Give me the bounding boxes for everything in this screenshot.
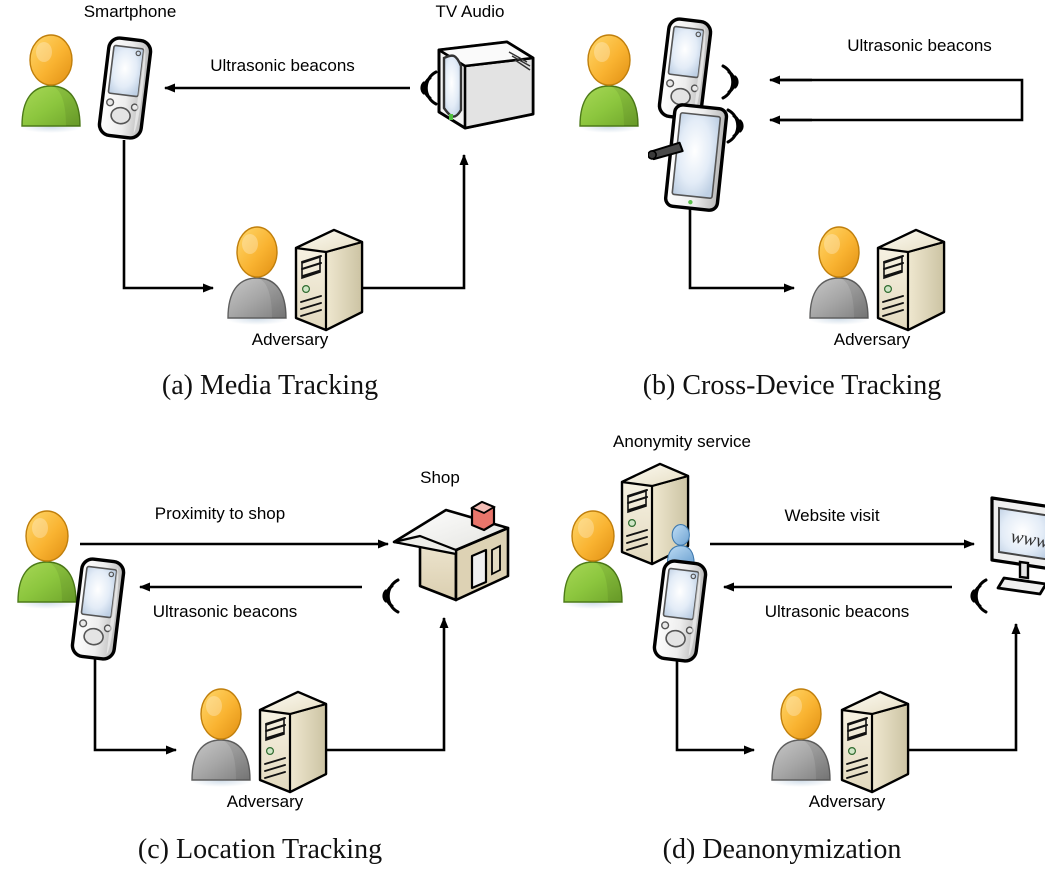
panel-media-tracking: Smartphone TV Audio Ultrasonic beacons A… bbox=[0, 0, 535, 446]
website-monitor-icon bbox=[990, 496, 1045, 596]
smartphone-icon-c bbox=[69, 556, 127, 662]
label-edge-beacons-b: Ultrasonic beacons bbox=[847, 36, 992, 55]
caption-c: (c) Location Tracking bbox=[137, 834, 383, 865]
icon-adversary-b bbox=[807, 226, 871, 326]
label-adversary-b: Adversary bbox=[833, 330, 911, 349]
tv-icon-a bbox=[437, 40, 535, 130]
server-icon-b bbox=[876, 228, 946, 332]
icon-adversary-a bbox=[225, 226, 289, 326]
smartphone-icon-a bbox=[96, 35, 154, 141]
panel-location-tracking: Shop Proximity to shop Ultrasonic beacon… bbox=[0, 446, 522, 893]
edge-phone-to-adversary bbox=[122, 140, 214, 293]
label-edge-beacons-c: Ultrasonic beacons bbox=[152, 602, 298, 621]
smartphone-icon-d bbox=[651, 558, 709, 664]
label-anonymity-service: Anonymity service bbox=[613, 432, 751, 451]
edge-bus-b bbox=[777, 78, 1024, 122]
icon-adversary-c bbox=[189, 688, 253, 788]
label-edge-beacons-d: Ultrasonic beacons bbox=[764, 602, 910, 621]
label-edge-website-visit: Website visit bbox=[784, 506, 880, 525]
label-adversary-d: Adversary bbox=[808, 792, 886, 811]
sound-waves-icon-b2 bbox=[726, 108, 744, 144]
edge-phone-to-adversary-c bbox=[93, 658, 177, 755]
server-icon-d bbox=[840, 690, 910, 794]
label-smartphone: Smartphone bbox=[83, 2, 177, 21]
icon-user-a bbox=[19, 34, 83, 134]
panel-cross-device-tracking: Ultrasonic beacons Adversary (b) Cross-D… bbox=[522, 0, 1045, 446]
label-shop: Shop bbox=[420, 468, 460, 487]
caption-b: (b) Cross-Device Tracking bbox=[642, 370, 942, 401]
label-edge-proximity: Proximity to shop bbox=[154, 504, 286, 523]
caption-d: (d) Deanonymization bbox=[662, 834, 902, 865]
shop-icon bbox=[392, 500, 510, 602]
edge-phone-to-adversary-d bbox=[675, 658, 755, 755]
icon-adversary-d bbox=[769, 688, 833, 788]
panel-deanonymization: Anonymity service Website visit Ultrason… bbox=[522, 432, 1045, 893]
figure-ultrasonic-tracking-scenarios: www bbox=[0, 0, 1045, 893]
label-adversary-c: Adversary bbox=[226, 792, 304, 811]
icon-user-b bbox=[577, 34, 641, 134]
edge-server-to-website bbox=[896, 623, 1021, 752]
caption-a: (a) Media Tracking bbox=[161, 370, 379, 401]
label-edge-beacons-a: Ultrasonic beacons bbox=[210, 56, 355, 75]
server-icon-a bbox=[294, 228, 364, 332]
label-adversary-a: Adversary bbox=[251, 330, 329, 349]
server-icon-c bbox=[258, 690, 328, 794]
